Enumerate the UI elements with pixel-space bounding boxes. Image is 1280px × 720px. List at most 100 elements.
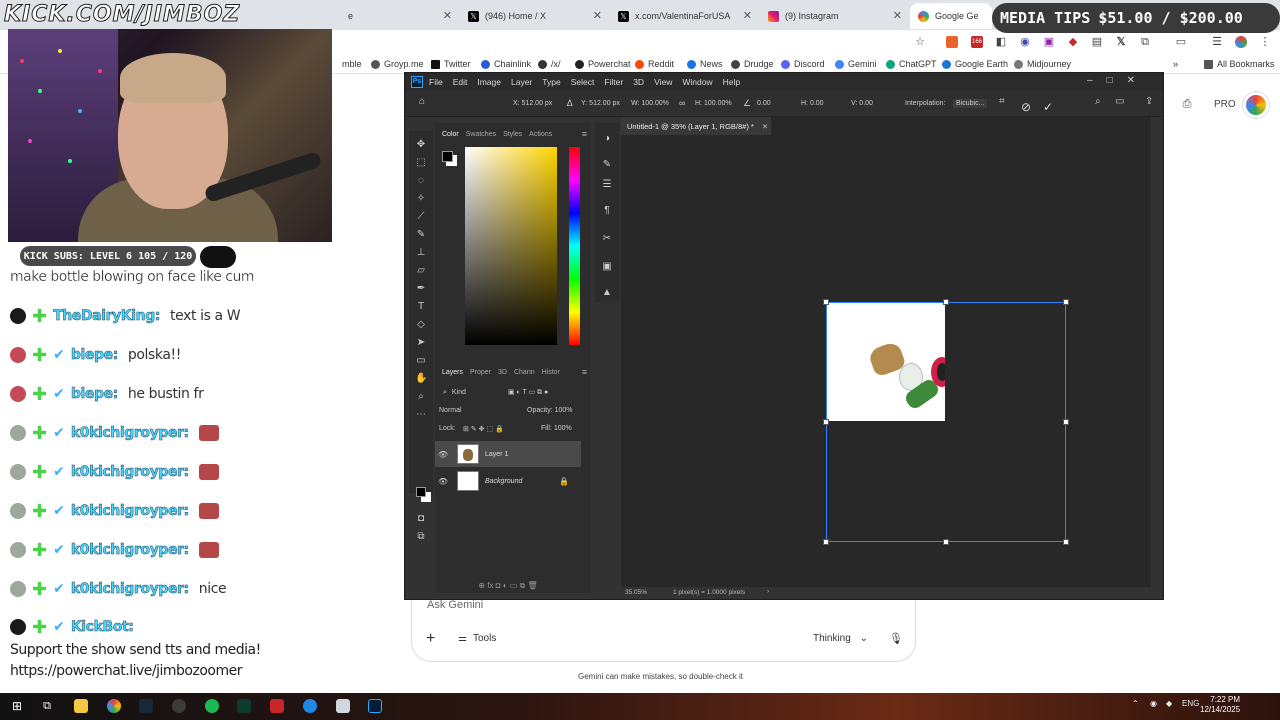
browser-tab-active[interactable]: Google Ge: [910, 3, 992, 29]
bookmark-item[interactable]: Groyp.me: [371, 59, 424, 69]
foreground-color-swatch[interactable]: [416, 487, 426, 497]
browser-tab[interactable]: 𝕏 (946) Home / X ✕: [460, 3, 610, 29]
chat-username[interactable]: k0kichigroyper:: [71, 542, 190, 559]
eyedropper-tool-icon[interactable]: ⟋: [415, 211, 427, 223]
hand-tool-icon[interactable]: ✋: [415, 373, 427, 385]
menu-window[interactable]: Window: [682, 77, 712, 87]
path-tool-icon[interactable]: ◇: [415, 319, 427, 331]
window-controls[interactable]: –□✕: [1087, 75, 1149, 86]
magic-wand-tool-icon[interactable]: ✧: [415, 193, 427, 205]
tab-actions[interactable]: Actions: [529, 131, 552, 138]
avatar[interactable]: [1243, 92, 1269, 118]
zoom-level[interactable]: 35.05%: [625, 589, 647, 596]
microphone-icon[interactable]: 🎙: [889, 632, 903, 645]
lock-icons[interactable]: ⊞ ✎ ✥ ⬚ 🔒: [463, 425, 504, 433]
search-icon[interactable]: ⌕: [1095, 96, 1101, 107]
bookmark-item[interactable]: Midjourney: [1014, 59, 1071, 69]
move-tool-icon[interactable]: ✥: [415, 139, 427, 151]
tab-layers[interactable]: Layers: [442, 369, 463, 376]
menu-image[interactable]: Image: [477, 77, 501, 87]
tab-3d[interactable]: 3D: [498, 369, 507, 376]
opacity-field[interactable]: Opacity: 100%: [527, 407, 573, 414]
shape-tool-icon[interactable]: ▭: [415, 355, 427, 367]
eye-icon[interactable]: 👁: [435, 450, 451, 459]
blend-mode-select[interactable]: Normal: [439, 407, 462, 414]
tab-search-icon[interactable]: ▭: [1175, 36, 1187, 48]
gemini-mode-select[interactable]: Thinking ⌄: [813, 633, 868, 644]
extension-icon[interactable]: ◧: [995, 36, 1007, 48]
tray-chevron-icon[interactable]: ⌃: [1132, 699, 1139, 708]
star-icon[interactable]: ☆: [914, 36, 926, 48]
tab-properties[interactable]: Proper: [470, 369, 491, 376]
chat-username[interactable]: k0kichigroyper:: [71, 581, 190, 598]
home-icon[interactable]: ⌂: [419, 96, 425, 107]
bookmark-item[interactable]: News: [687, 59, 723, 69]
layer-actions[interactable]: ⊕ fx ◘ ◐ ▭ ⧉ 🗑: [435, 581, 581, 591]
lock-icon[interactable]: 🔒: [559, 477, 569, 486]
layer-name[interactable]: Layer 1: [485, 451, 508, 458]
bookmark-item[interactable]: mble: [342, 59, 362, 69]
close-icon[interactable]: ✕: [762, 122, 768, 131]
brush-settings-icon[interactable]: ✎: [601, 159, 613, 171]
extension-icon[interactable]: ▣: [1043, 36, 1055, 48]
bookmark-item[interactable]: Google Earth: [942, 59, 1008, 69]
cancel-transform-icon[interactable]: ⊘: [1021, 100, 1031, 114]
extension-icon[interactable]: ▤: [1091, 36, 1103, 48]
link-icon[interactable]: ∞: [679, 98, 685, 108]
menu-file[interactable]: File: [429, 77, 443, 87]
commit-transform-icon[interactable]: ✓: [1043, 100, 1053, 114]
tab-styles[interactable]: Styles: [503, 131, 522, 138]
chat-username[interactable]: biepe:: [71, 347, 119, 364]
width-field[interactable]: W: 100.00%: [631, 100, 669, 107]
menu-type[interactable]: Type: [542, 77, 560, 87]
lasso-tool-icon[interactable]: ◌: [415, 175, 427, 187]
kickbot-link[interactable]: https://powerchat.live/jimbozoomer: [10, 663, 243, 679]
stamp-tool-icon[interactable]: ⊥: [415, 247, 427, 259]
libraries-icon[interactable]: ▣: [601, 261, 613, 273]
tray-app-icon[interactable]: ◉: [1150, 699, 1157, 708]
metamask-icon[interactable]: [946, 36, 958, 48]
transform-handle[interactable]: [823, 539, 829, 545]
tab-color[interactable]: Color: [442, 131, 459, 138]
bookmark-item[interactable]: Discord: [781, 59, 825, 69]
browser-tab[interactable]: 𝕏 x.com/ValentinaForUSA ✕: [610, 3, 760, 29]
transform-handle[interactable]: [1063, 299, 1069, 305]
pen-tool-icon[interactable]: ✒: [415, 283, 427, 295]
menu-filter[interactable]: Filter: [604, 77, 623, 87]
bookmark-item[interactable]: Gemini: [835, 59, 877, 69]
profile-avatar-icon[interactable]: [1235, 36, 1247, 48]
transform-handle[interactable]: [1063, 539, 1069, 545]
y-position-field[interactable]: Y: 512.00 px: [581, 100, 620, 107]
gemini-prompt-placeholder[interactable]: Ask Gemini: [427, 599, 483, 611]
bookmark-item[interactable]: Chainlink: [481, 59, 531, 69]
browser-tab[interactable]: (9) Instagram ✕: [760, 3, 910, 29]
all-bookmarks[interactable]: All Bookmarks: [1204, 59, 1275, 69]
properties-icon[interactable]: ▲: [601, 287, 613, 299]
hue-slider[interactable]: [569, 147, 580, 345]
edge-icon[interactable]: [303, 699, 317, 713]
height-field[interactable]: H: 100.00%: [695, 100, 732, 107]
chat-username[interactable]: KickBot:: [71, 619, 135, 636]
close-icon[interactable]: ✕: [743, 9, 752, 22]
chat-username[interactable]: k0kichigroyper:: [71, 503, 190, 520]
extension-icon[interactable]: ◉: [1019, 36, 1031, 48]
puzzle-icon[interactable]: ⧉: [1139, 36, 1151, 48]
eraser-tool-icon[interactable]: ▱: [415, 265, 427, 277]
layer-row[interactable]: 👁 Layer 1: [435, 441, 581, 467]
bookmark-item[interactable]: Powerchat: [575, 59, 631, 69]
menu-help[interactable]: Help: [723, 77, 740, 87]
plus-icon[interactable]: +: [426, 630, 435, 648]
transform-handle[interactable]: [1063, 419, 1069, 425]
transform-handle[interactable]: [823, 299, 829, 305]
document-tab[interactable]: Untitled-1 @ 35% (Layer 1, RGB/8#) * ✕: [621, 117, 771, 135]
gemini-prompt-box[interactable]: [411, 598, 916, 662]
marquee-tool-icon[interactable]: ⬚: [415, 157, 427, 169]
interpolation-select[interactable]: Bicubic...: [953, 99, 988, 108]
transform-handle[interactable]: [943, 299, 949, 305]
screen-mode-icon[interactable]: ⧉: [415, 531, 427, 543]
layer-filter-kind[interactable]: ⌕ Kind ▣ ◐ T ▭ ⧉ ●: [443, 388, 548, 397]
h-skew-field[interactable]: H: 0.00: [801, 100, 824, 107]
tab-history[interactable]: Histor: [542, 369, 560, 376]
close-icon[interactable]: ✕: [593, 9, 602, 22]
transform-handle[interactable]: [943, 539, 949, 545]
